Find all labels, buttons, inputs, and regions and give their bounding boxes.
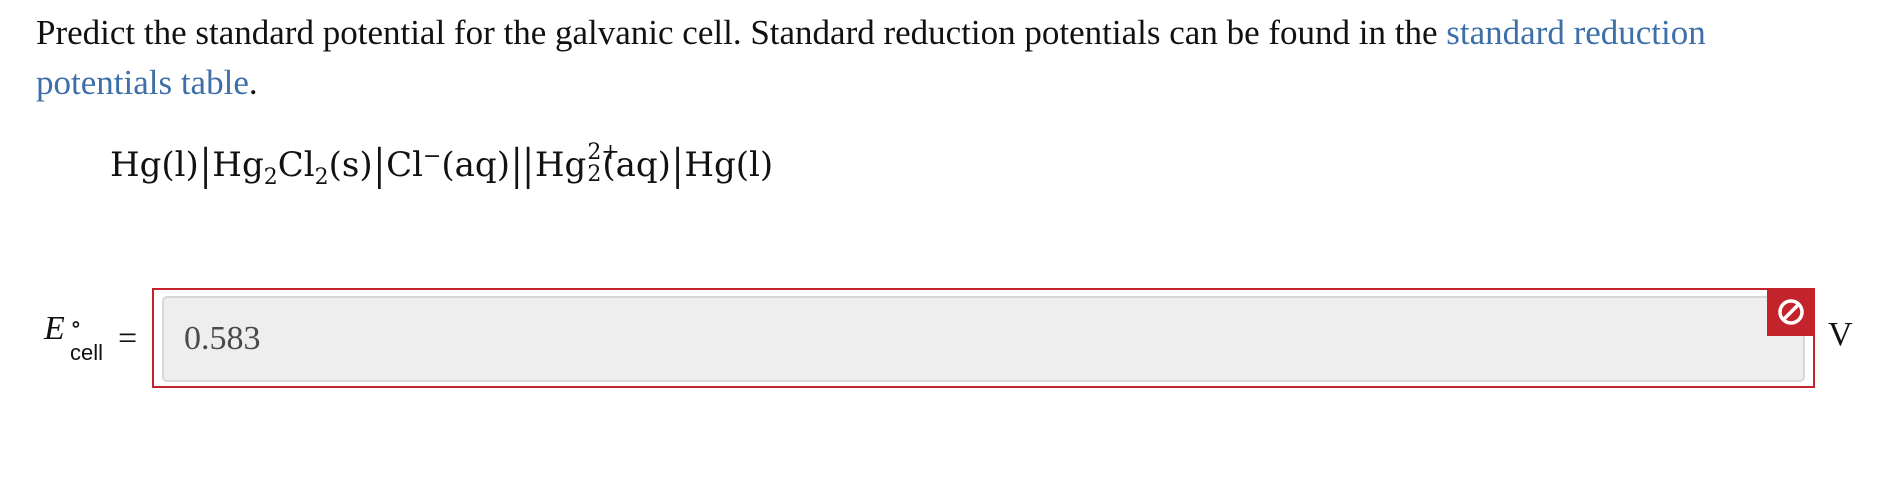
cell-anode-metal: Hg(l) — [110, 145, 199, 185]
calomel-cl-subscript: 2 — [314, 165, 329, 190]
unit-label: V — [1828, 316, 1853, 353]
answer-box — [152, 288, 1815, 388]
mercurous-ion-subscript: 2 — [587, 162, 602, 187]
chloride-charge: − — [422, 144, 442, 169]
cell-cathode-metal: Hg(l) — [684, 145, 774, 185]
answer-row: E ∘ cell = V — [0, 288, 1880, 392]
e-symbol: E — [44, 310, 65, 347]
question-text-before: Predict the standard potential for the g… — [36, 13, 1447, 52]
mercurous-ion-scripts: 2+ 2 — [586, 142, 619, 186]
calomel-cl: Cl — [277, 145, 315, 185]
question-prompt: Predict the standard potential for the g… — [36, 8, 1826, 108]
e-cell-answer-input[interactable] — [162, 296, 1805, 382]
equals-sign: = — [118, 320, 138, 357]
phase-boundary: | — [671, 140, 684, 190]
chloride-ion: Cl — [386, 145, 423, 185]
e-cell-subscript: cell — [70, 340, 104, 365]
prohibited-icon — [1778, 299, 1804, 325]
mercurous-ion: Hg — [534, 145, 587, 185]
chloride-phase: (aq) — [441, 145, 510, 185]
phase-boundary: | — [199, 140, 212, 190]
e-cell-label: E ∘ cell — [44, 310, 103, 366]
cell-notation: Hg(l)|Hg2Cl2(s)|Cl−(aq)||Hg 2+ 2 (aq)|Hg(l) — [110, 140, 773, 190]
question-text-after: . — [248, 63, 258, 102]
calomel-hg: Hg — [212, 145, 264, 185]
incorrect-status-badge — [1767, 288, 1815, 336]
calomel-hg-subscript: 2 — [263, 165, 278, 190]
calomel-phase: (s) — [328, 145, 373, 185]
salt-bridge: || — [510, 140, 534, 190]
phase-boundary: | — [373, 140, 386, 190]
mercurous-ion-charge: 2+ — [587, 140, 620, 165]
